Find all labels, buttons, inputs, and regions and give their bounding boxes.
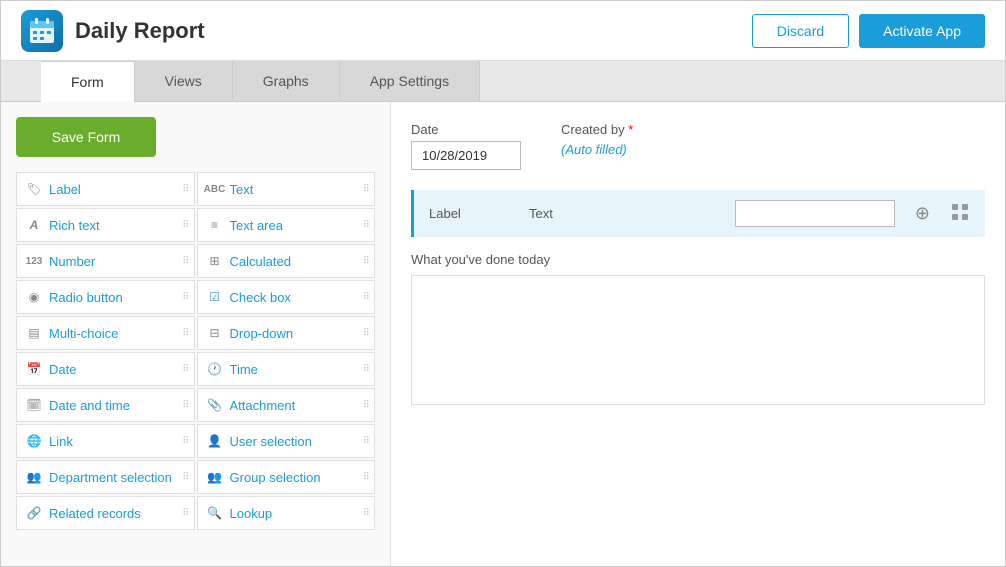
drag-dots: ⠿ [182, 220, 189, 231]
done-today-textarea[interactable] [411, 275, 985, 405]
field-item-text-area[interactable]: ≡ Text area ⠿ [197, 208, 376, 242]
app-icon [21, 10, 63, 52]
save-form-button[interactable]: Save Form [16, 117, 156, 157]
drag-dots: ⠿ [363, 472, 370, 483]
lookup-icon: 🔍 [206, 504, 224, 522]
drag-dots: ⠿ [182, 184, 189, 195]
field-item-date[interactable]: 📅 Date ⠿ [16, 352, 195, 386]
drag-dots: ⠿ [363, 220, 370, 231]
radio-icon: ◉ [25, 288, 43, 306]
drag-dots: ⠿ [182, 508, 189, 519]
activate-button[interactable]: Activate App [859, 14, 985, 48]
header-left: Daily Report [21, 10, 205, 52]
left-panel: Save Form 🏷 Label ⠿ ABC Text ⠿ A Rich t [1, 102, 391, 566]
field-item-user-selection[interactable]: 👤 User selection ⠿ [197, 424, 376, 458]
attachment-icon: 📎 [206, 396, 224, 414]
field-item-datetime[interactable]: 🗓 Date and time ⠿ [16, 388, 195, 422]
form-top-row: Date Created by * (Auto filled) [411, 122, 985, 170]
group-icon: 👥 [206, 468, 224, 486]
text-area-icon: ≡ [206, 216, 224, 234]
drag-dots: ⠿ [363, 256, 370, 267]
tabs-bar: Form Views Graphs App Settings [1, 61, 1005, 102]
date-field-group: Date [411, 122, 521, 170]
col-text-header: Text [529, 206, 715, 221]
rich-text-icon: A [25, 216, 43, 234]
multi-choice-icon: ▤ [25, 324, 43, 342]
datetime-icon: 🗓 [25, 396, 43, 414]
drag-dots: ⠿ [182, 436, 189, 447]
drag-dots: ⠿ [363, 292, 370, 303]
field-item-calculated[interactable]: ⊞ Calculated ⠿ [197, 244, 376, 278]
col-label-header: Label [429, 206, 509, 221]
drag-handle-icon[interactable]: ⊕ [915, 203, 930, 224]
tab-views[interactable]: Views [135, 61, 233, 101]
text-icon: ABC [206, 180, 224, 198]
discard-button[interactable]: Discard [752, 14, 849, 48]
done-today-section: What you've done today [411, 252, 985, 408]
department-icon: 👥 [25, 468, 43, 486]
field-item-department[interactable]: 👥 Department selection ⠿ [16, 460, 195, 494]
drag-dots: ⠿ [182, 292, 189, 303]
drag-dots: ⠿ [363, 184, 370, 195]
drag-dots: ⠿ [182, 328, 189, 339]
dropdown-icon: ⊟ [206, 324, 224, 342]
time-icon: 🕐 [206, 360, 224, 378]
date-label: Date [411, 122, 521, 137]
tab-form[interactable]: Form [41, 61, 135, 102]
row-text-input[interactable] [735, 200, 895, 227]
drag-dots: ⠿ [363, 508, 370, 519]
drag-dots: ⠿ [363, 400, 370, 411]
date-input[interactable] [411, 141, 521, 170]
field-item-text[interactable]: ABC Text ⠿ [197, 172, 376, 206]
grid-settings-icon[interactable] [950, 202, 970, 225]
created-by-label: Created by * [561, 122, 633, 137]
link-icon: 🌐 [25, 432, 43, 450]
field-item-rich-text[interactable]: A Rich text ⠿ [16, 208, 195, 242]
main-content: Save Form 🏷 Label ⠿ ABC Text ⠿ A Rich t [1, 102, 1005, 566]
drag-dots: ⠿ [363, 328, 370, 339]
right-panel: Date Created by * (Auto filled) Label Te… [391, 102, 1005, 566]
tab-app-settings[interactable]: App Settings [340, 61, 480, 101]
app-container: Daily Report Discard Activate App Form V… [0, 0, 1006, 567]
done-today-label: What you've done today [411, 252, 985, 267]
header: Daily Report Discard Activate App [1, 1, 1005, 61]
checkbox-icon: ☑ [206, 288, 224, 306]
label-text-row: Label Text ⊕ [411, 190, 985, 237]
drag-dots: ⠿ [363, 364, 370, 375]
number-icon: 123 [25, 252, 43, 270]
calculated-icon: ⊞ [206, 252, 224, 270]
field-grid: 🏷 Label ⠿ ABC Text ⠿ A Rich text ⠿ [16, 172, 375, 530]
label-icon: 🏷 [25, 180, 43, 198]
tab-graphs[interactable]: Graphs [233, 61, 340, 101]
field-item-lookup[interactable]: 🔍 Lookup ⠿ [197, 496, 376, 530]
created-by-group: Created by * (Auto filled) [561, 122, 633, 157]
calendar-icon [28, 17, 56, 45]
drag-dots: ⠿ [182, 472, 189, 483]
field-item-checkbox[interactable]: ☑ Check box ⠿ [197, 280, 376, 314]
field-item-radio[interactable]: ◉ Radio button ⠿ [16, 280, 195, 314]
field-item-number[interactable]: 123 Number ⠿ [16, 244, 195, 278]
user-selection-icon: 👤 [206, 432, 224, 450]
drag-dots: ⠿ [182, 400, 189, 411]
date-icon: 📅 [25, 360, 43, 378]
app-title: Daily Report [75, 18, 205, 44]
header-actions: Discard Activate App [752, 14, 985, 48]
drag-dots: ⠿ [363, 436, 370, 447]
related-icon: 🔗 [25, 504, 43, 522]
field-item-attachment[interactable]: 📎 Attachment ⠿ [197, 388, 376, 422]
drag-dots: ⠿ [182, 256, 189, 267]
field-item-multi-choice[interactable]: ▤ Multi-choice ⠿ [16, 316, 195, 350]
field-item-related[interactable]: 🔗 Related records ⠿ [16, 496, 195, 530]
field-item-dropdown[interactable]: ⊟ Drop-down ⠿ [197, 316, 376, 350]
field-item-group[interactable]: 👥 Group selection ⠿ [197, 460, 376, 494]
field-item-link[interactable]: 🌐 Link ⠿ [16, 424, 195, 458]
field-item-time[interactable]: 🕐 Time ⠿ [197, 352, 376, 386]
auto-filled-text: (Auto filled) [561, 142, 627, 157]
field-item-label[interactable]: 🏷 Label ⠿ [16, 172, 195, 206]
drag-dots: ⠿ [182, 364, 189, 375]
